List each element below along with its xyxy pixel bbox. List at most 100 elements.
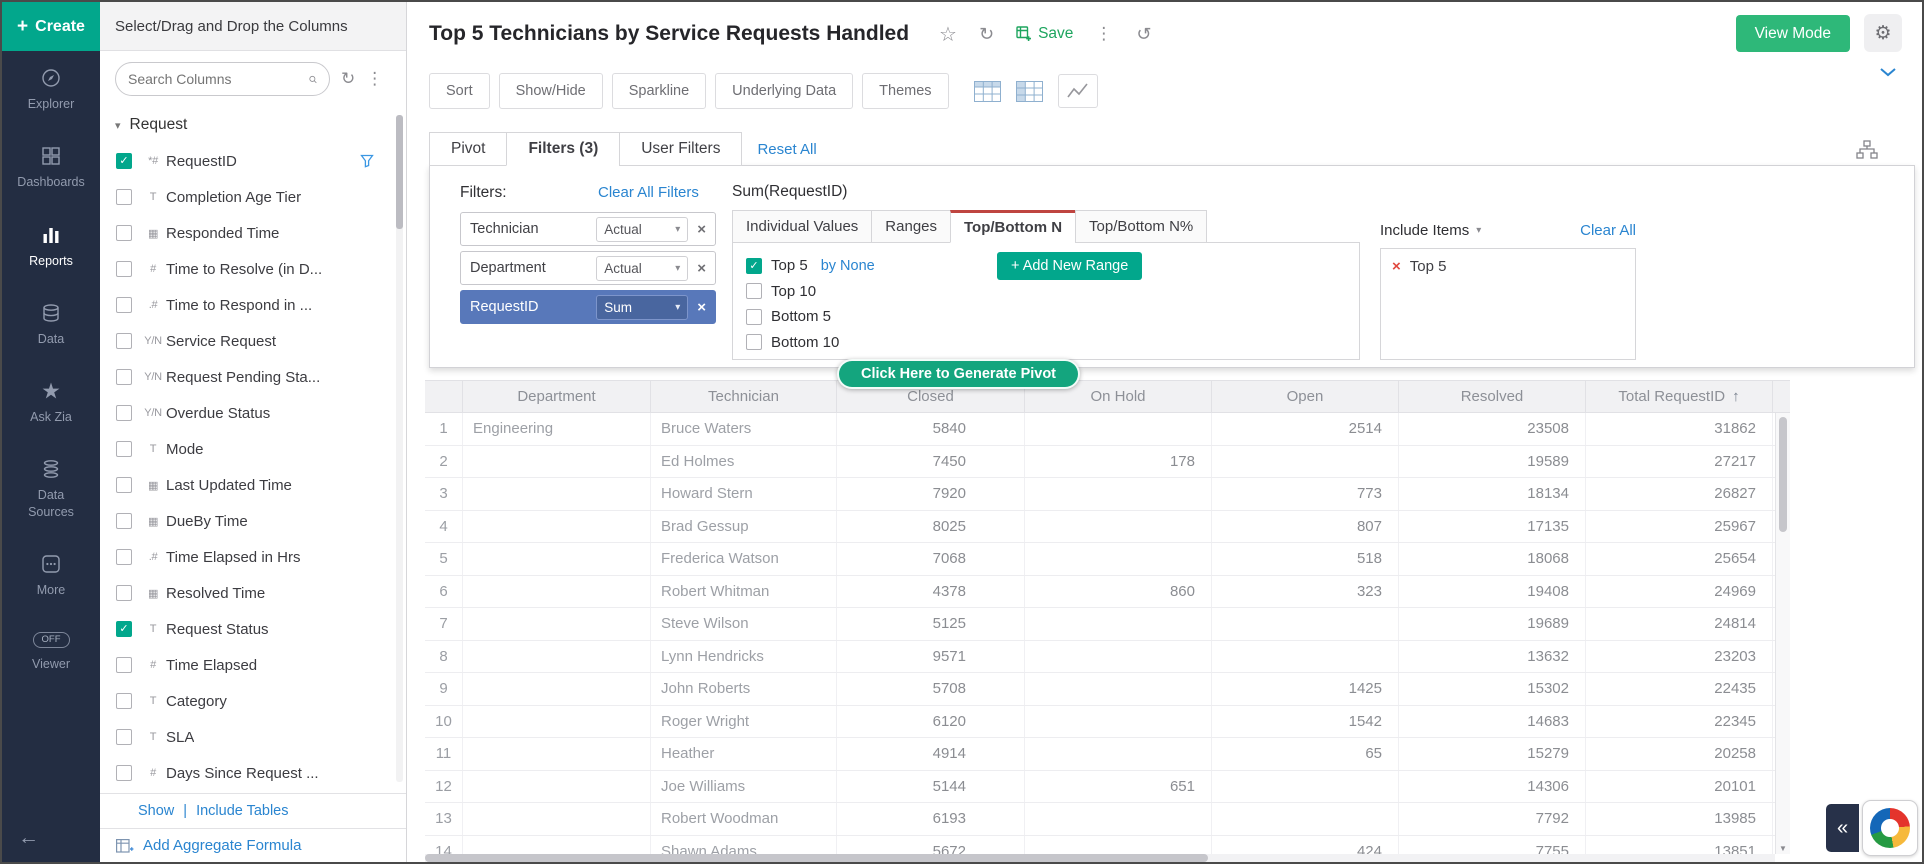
table-row[interactable]: 2 Ed Holmes 7450 178 19589 27217 <box>425 446 1790 479</box>
option-checkbox[interactable] <box>746 334 762 350</box>
table-row[interactable]: 12 Joe Williams 5144 651 14306 20101 <box>425 771 1790 804</box>
search-columns-input[interactable] <box>128 71 309 87</box>
top-bottom-option[interactable]: Top 10 <box>746 279 1359 305</box>
generate-pivot-button[interactable]: Click Here to Generate Pivot <box>837 359 1080 389</box>
table-row[interactable]: 7 Steve Wilson 5125 19689 24814 <box>425 608 1790 641</box>
column-header-total[interactable]: Total RequestID ↑ <box>1586 381 1773 412</box>
include-items-dropdown[interactable]: Include Items ▾ <box>1380 222 1481 239</box>
column-item[interactable]: T Completion Age Tier <box>100 179 406 215</box>
view-mode-button[interactable]: View Mode <box>1736 15 1850 52</box>
column-item[interactable]: ▦ DueBy Time <box>100 503 406 539</box>
column-checkbox[interactable] <box>116 189 132 205</box>
column-item[interactable]: T SLA <box>100 719 406 755</box>
column-header-department[interactable]: Department <box>463 381 651 412</box>
option-checkbox[interactable] <box>746 309 762 325</box>
filter-subtab[interactable]: Top/Bottom N% <box>1075 210 1207 243</box>
sidebar-item-reports[interactable]: Reports <box>2 208 100 286</box>
column-item[interactable]: ▦ Last Updated Time <box>100 467 406 503</box>
column-item[interactable]: .# Time to Respond in ... <box>100 287 406 323</box>
table-row[interactable]: 9 John Roberts 5708 1425 15302 22435 <box>425 673 1790 706</box>
table-horizontal-scrollbar[interactable] <box>425 854 1775 862</box>
column-item[interactable]: ▦ Resolved Time <box>100 575 406 611</box>
sidebar-item-dashboards[interactable]: Dashboards <box>2 129 100 207</box>
sidebar-item-viewer[interactable]: OFF Viewer <box>2 615 100 690</box>
column-checkbox[interactable] <box>116 441 132 457</box>
by-none-link[interactable]: by None <box>821 258 875 274</box>
pivot-view-icon[interactable] <box>1016 81 1043 102</box>
top-bottom-option[interactable]: Bottom 5 <box>746 304 1359 330</box>
viewer-off-toggle[interactable]: OFF <box>33 632 70 648</box>
column-item[interactable]: Y/N Service Request <box>100 323 406 359</box>
column-checkbox[interactable] <box>116 477 132 493</box>
remove-filter-icon[interactable]: × <box>697 260 706 277</box>
add-aggregate-formula-button[interactable]: Add Aggregate Formula <box>100 828 406 862</box>
column-item[interactable]: # Time Elapsed <box>100 647 406 683</box>
create-button[interactable]: + Create <box>2 2 100 51</box>
show-link[interactable]: Show <box>138 803 174 819</box>
favorite-star-icon[interactable]: ☆ <box>939 22 957 47</box>
report-tab[interactable]: Filters (3) <box>506 132 620 166</box>
column-checkbox[interactable] <box>116 297 132 313</box>
column-item[interactable]: Y/N Overdue Status <box>100 395 406 431</box>
remove-filter-icon[interactable]: × <box>697 221 706 238</box>
column-checkbox[interactable] <box>116 333 132 349</box>
column-item[interactable]: T Mode <box>100 431 406 467</box>
filter-subtab[interactable]: Individual Values <box>732 210 872 243</box>
sort-ascending-icon[interactable]: ↑ <box>1732 388 1740 405</box>
column-item[interactable]: .# Time Elapsed in Hrs <box>100 539 406 575</box>
sidebar-item-explorer[interactable]: Explorer <box>2 51 100 129</box>
clear-all-filters-link[interactable]: Clear All Filters <box>598 184 699 201</box>
column-checkbox[interactable] <box>116 729 132 745</box>
filter-chip[interactable]: RequestID Sum ▾ × <box>460 290 716 324</box>
included-item[interactable]: × Top 5 <box>1392 258 1624 275</box>
clear-all-link[interactable]: Clear All <box>1580 222 1636 239</box>
filter-subtab[interactable]: Ranges <box>871 210 951 243</box>
chart-view-button[interactable] <box>1058 74 1098 108</box>
scrollbar-thumb[interactable] <box>396 115 403 229</box>
column-item[interactable]: Y/N Request Pending Sta... <box>100 359 406 395</box>
column-checkbox[interactable] <box>116 693 132 709</box>
column-item[interactable]: # Days Since Request ... <box>100 755 406 791</box>
scrollbar-thumb[interactable] <box>425 854 1208 862</box>
include-tables-link[interactable]: Include Tables <box>196 803 288 819</box>
sidebar-item-more[interactable]: More <box>2 537 100 615</box>
column-checkbox[interactable] <box>116 657 132 673</box>
table-row[interactable]: 1 Engineering Bruce Waters 5840 2514 235… <box>425 413 1790 446</box>
refresh-columns-icon[interactable]: ↻ <box>341 69 355 89</box>
collapse-sidebar-icon[interactable]: ← <box>18 826 39 850</box>
columns-scrollbar[interactable] <box>396 115 403 782</box>
column-header-resolved[interactable]: Resolved <box>1399 381 1586 412</box>
table-section-request[interactable]: ▾ Request <box>100 107 406 143</box>
aggregate-dropdown[interactable]: Sum ▾ <box>596 295 688 320</box>
column-item[interactable]: *# RequestID <box>100 143 406 179</box>
toolbar-button[interactable]: Show/Hide <box>499 73 603 109</box>
column-item[interactable]: T Category <box>100 683 406 719</box>
sidebar-item-data-sources[interactable]: Data Sources <box>2 442 100 537</box>
column-item[interactable]: ▦ Responded Time <box>100 215 406 251</box>
columns-menu-kebab-icon[interactable]: ⋮ <box>366 69 383 89</box>
table-row[interactable]: 3 Howard Stern 7920 773 18134 26827 <box>425 478 1790 511</box>
save-button[interactable]: Save <box>1016 25 1073 43</box>
table-view-icon[interactable] <box>974 81 1001 102</box>
column-checkbox[interactable] <box>116 765 132 781</box>
filter-chip[interactable]: Technician Actual ▾ × <box>460 212 716 246</box>
aggregate-dropdown[interactable]: Actual ▾ <box>596 256 688 281</box>
remove-included-icon[interactable]: × <box>1392 258 1401 275</box>
column-checkbox[interactable] <box>116 621 132 637</box>
option-checkbox[interactable] <box>746 258 762 274</box>
column-checkbox[interactable] <box>116 369 132 385</box>
search-columns-box[interactable] <box>115 62 330 96</box>
column-checkbox[interactable] <box>116 225 132 241</box>
filter-funnel-icon[interactable] <box>360 154 374 168</box>
hierarchy-view-icon[interactable] <box>1856 140 1878 159</box>
refresh-report-icon[interactable]: ↻ <box>979 24 994 45</box>
column-checkbox[interactable] <box>116 585 132 601</box>
table-row[interactable]: 6 Robert Whitman 4378 860 323 19408 2496… <box>425 576 1790 609</box>
table-row[interactable]: 4 Brad Gessup 8025 807 17135 25967 <box>425 511 1790 544</box>
column-checkbox[interactable] <box>116 153 132 169</box>
toolbar-button[interactable]: Sort <box>429 73 490 109</box>
report-tab[interactable]: User Filters <box>619 132 742 166</box>
aggregate-dropdown[interactable]: Actual ▾ <box>596 217 688 242</box>
table-row[interactable]: 5 Frederica Watson 7068 518 18068 25654 <box>425 543 1790 576</box>
column-checkbox[interactable] <box>116 261 132 277</box>
